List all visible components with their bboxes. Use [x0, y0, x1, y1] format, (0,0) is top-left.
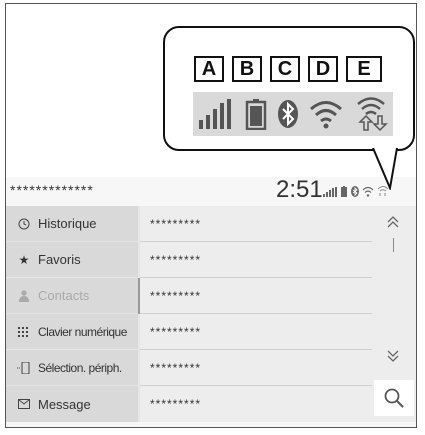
signal-bars-icon [199, 99, 232, 129]
phone-menu: Historique ★ Favoris Contacts Clavier nu… [6, 206, 138, 422]
battery-icon [341, 186, 347, 197]
bluetooth-icon [277, 100, 298, 128]
label-a: A [194, 56, 224, 82]
bluetooth-icon [351, 186, 359, 197]
menu-item-label: Clavier numérique [38, 324, 127, 339]
wifi-data-icon [356, 97, 388, 132]
keypad-icon [16, 326, 32, 337]
menu-item-favoris[interactable]: ★ Favoris [6, 242, 138, 278]
menu-item-label: Favoris [38, 252, 81, 267]
scrollbar[interactable] [372, 206, 416, 422]
list-item[interactable]: ********* [140, 386, 372, 422]
label-c: C [270, 56, 300, 82]
search-button[interactable] [374, 380, 414, 416]
contact-list: ********* ********* ********* ********* … [140, 206, 372, 422]
clock: 2:51 [276, 176, 323, 203]
list-item[interactable]: ********* [140, 242, 372, 278]
enlarged-status-icons [193, 92, 393, 136]
list-item[interactable]: ********* [140, 278, 372, 314]
battery-icon [245, 99, 266, 130]
double-chevron-up-icon[interactable] [385, 214, 401, 230]
status-icons [323, 185, 389, 197]
menu-item-label: Sélection. périph. [38, 360, 122, 375]
wifi-icon [362, 186, 374, 197]
envelope-icon [16, 399, 32, 409]
star-icon: ★ [18, 252, 30, 267]
menu-item-selection-periph[interactable]: Sélection. périph. [6, 350, 138, 386]
menu-item-label: Message [38, 396, 91, 412]
callout-letters: A B C D E [194, 56, 382, 82]
menu-item-label: Historique [38, 216, 97, 231]
wifi-data-icon [377, 186, 389, 196]
contacts-panel: Historique ★ Favoris Contacts Clavier nu… [6, 206, 416, 422]
label-d: D [308, 56, 338, 82]
status-bar: ************* 2:51 [6, 176, 416, 206]
menu-item-historique[interactable]: Historique [6, 206, 138, 242]
double-chevron-down-icon[interactable] [385, 348, 401, 364]
scroll-position-indicator [393, 238, 394, 252]
menu-item-label: Contacts [38, 288, 90, 303]
menu-item-clavier[interactable]: Clavier numérique [6, 314, 138, 350]
search-icon [384, 388, 404, 408]
menu-item-contacts[interactable]: Contacts [6, 278, 138, 314]
signal-bars-icon [323, 187, 337, 197]
screen-title: ************* [10, 182, 94, 198]
label-b: B [232, 56, 262, 82]
clock-icon [16, 218, 32, 230]
list-item[interactable]: ********* [140, 350, 372, 386]
person-icon [16, 289, 32, 302]
status-icons-callout: A B C D E [163, 26, 415, 151]
label-e: E [346, 56, 382, 82]
menu-item-message[interactable]: Message [6, 386, 138, 422]
list-item[interactable]: ********* [140, 206, 372, 242]
phone-device-icon [16, 361, 32, 374]
list-item[interactable]: ********* [140, 314, 372, 350]
wifi-icon [310, 101, 343, 129]
